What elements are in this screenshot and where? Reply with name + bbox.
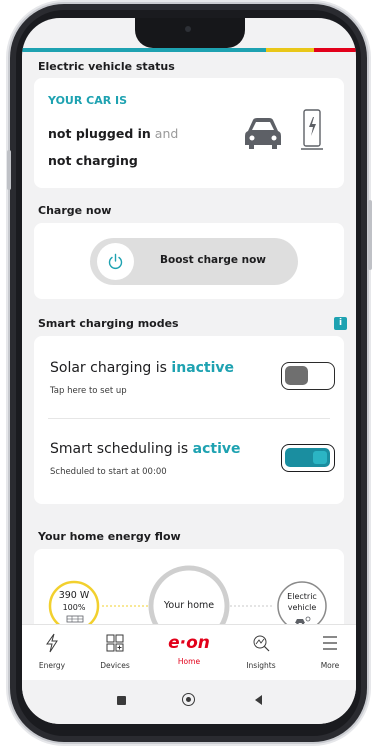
solar-charging-prefix: Solar charging is bbox=[50, 360, 167, 376]
color-bar-yellow bbox=[266, 48, 314, 52]
app-screen: Electric vehicle status YOUR CAR IS not … bbox=[22, 18, 356, 724]
side-button-left bbox=[7, 150, 11, 190]
home-label: Your home bbox=[163, 600, 215, 611]
plugged-status: not plugged in bbox=[48, 126, 151, 141]
power-icon bbox=[108, 253, 123, 269]
solar-charging-row[interactable]: Solar charging is inactive Tap here to s… bbox=[34, 336, 344, 418]
color-bar-teal bbox=[22, 48, 266, 52]
info-icon[interactable]: i bbox=[334, 317, 347, 330]
charger-icon bbox=[301, 109, 323, 150]
solar-power-value: 390 W bbox=[58, 590, 90, 601]
solar-charging-subtitle: Tap here to set up bbox=[50, 386, 127, 396]
ev-status-title: Electric vehicle status bbox=[38, 60, 175, 73]
toggle-knob bbox=[285, 366, 308, 385]
back-triangle-icon[interactable] bbox=[253, 694, 264, 706]
solar-charging-status: inactive bbox=[171, 360, 235, 376]
ev-label-line1: Electric bbox=[287, 592, 317, 601]
home-circle-icon[interactable] bbox=[182, 693, 195, 706]
charging-status: not charging bbox=[48, 153, 138, 168]
charge-now-card: Boost charge now bbox=[34, 223, 344, 299]
front-camera bbox=[185, 26, 191, 32]
ev-status-line1: not plugged in and bbox=[48, 126, 178, 141]
nav-more[interactable]: More bbox=[300, 633, 356, 670]
status-connector: and bbox=[154, 126, 179, 141]
nav-energy[interactable]: Energy bbox=[22, 633, 82, 670]
nav-more-label: More bbox=[320, 661, 340, 670]
solar-power-percent: 100% bbox=[62, 603, 86, 612]
nav-home[interactable]: e·on Home bbox=[159, 633, 219, 666]
boost-power-knob[interactable] bbox=[97, 243, 134, 280]
smart-scheduling-prefix: Smart scheduling is bbox=[50, 441, 189, 457]
ev-label-line2: vehicle bbox=[287, 603, 317, 612]
boost-charge-label: Boost charge now bbox=[160, 254, 266, 266]
insights-icon bbox=[253, 635, 270, 652]
nav-insights-label: Insights bbox=[246, 661, 276, 670]
side-button-right bbox=[368, 200, 372, 270]
smart-modes-title: Smart charging modes bbox=[38, 317, 179, 330]
nav-energy-label: Energy bbox=[38, 661, 66, 670]
brand-color-bar bbox=[22, 48, 356, 52]
solar-charging-label: Solar charging is inactive bbox=[50, 360, 234, 376]
smart-scheduling-label: Smart scheduling is active bbox=[50, 441, 241, 457]
bolt-icon bbox=[46, 633, 58, 653]
charge-now-title: Charge now bbox=[38, 204, 112, 217]
color-bar-red bbox=[314, 48, 356, 52]
smart-scheduling-subtitle: Scheduled to start at 00:00 bbox=[50, 467, 167, 477]
eon-logo: e·on bbox=[168, 633, 210, 653]
recents-square-icon[interactable] bbox=[117, 696, 126, 705]
home-circle-dot bbox=[185, 696, 191, 702]
car-icon bbox=[245, 118, 281, 149]
camera-notch bbox=[135, 18, 245, 48]
devices-icon bbox=[106, 634, 124, 652]
toggle-knob bbox=[313, 451, 327, 464]
nav-devices[interactable]: Devices bbox=[85, 633, 145, 670]
nav-insights[interactable]: Insights bbox=[231, 633, 291, 670]
energy-flow-title: Your home energy flow bbox=[38, 530, 181, 543]
boost-charge-button[interactable]: Boost charge now bbox=[90, 238, 298, 285]
solar-charging-toggle[interactable] bbox=[281, 362, 335, 390]
toggle-track-on bbox=[285, 448, 330, 467]
ev-status-heading: YOUR CAR IS bbox=[48, 94, 128, 107]
menu-icon bbox=[323, 636, 337, 650]
nav-home-label: Home bbox=[177, 657, 201, 666]
nav-devices-label: Devices bbox=[100, 661, 130, 670]
ev-status-card[interactable]: YOUR CAR IS not plugged in and not charg… bbox=[34, 78, 344, 188]
smart-modes-card: Solar charging is inactive Tap here to s… bbox=[34, 336, 344, 504]
smart-scheduling-status: active bbox=[192, 441, 241, 457]
smart-scheduling-row[interactable]: Smart scheduling is active Scheduled to … bbox=[34, 419, 344, 504]
smart-scheduling-toggle[interactable] bbox=[281, 444, 335, 472]
